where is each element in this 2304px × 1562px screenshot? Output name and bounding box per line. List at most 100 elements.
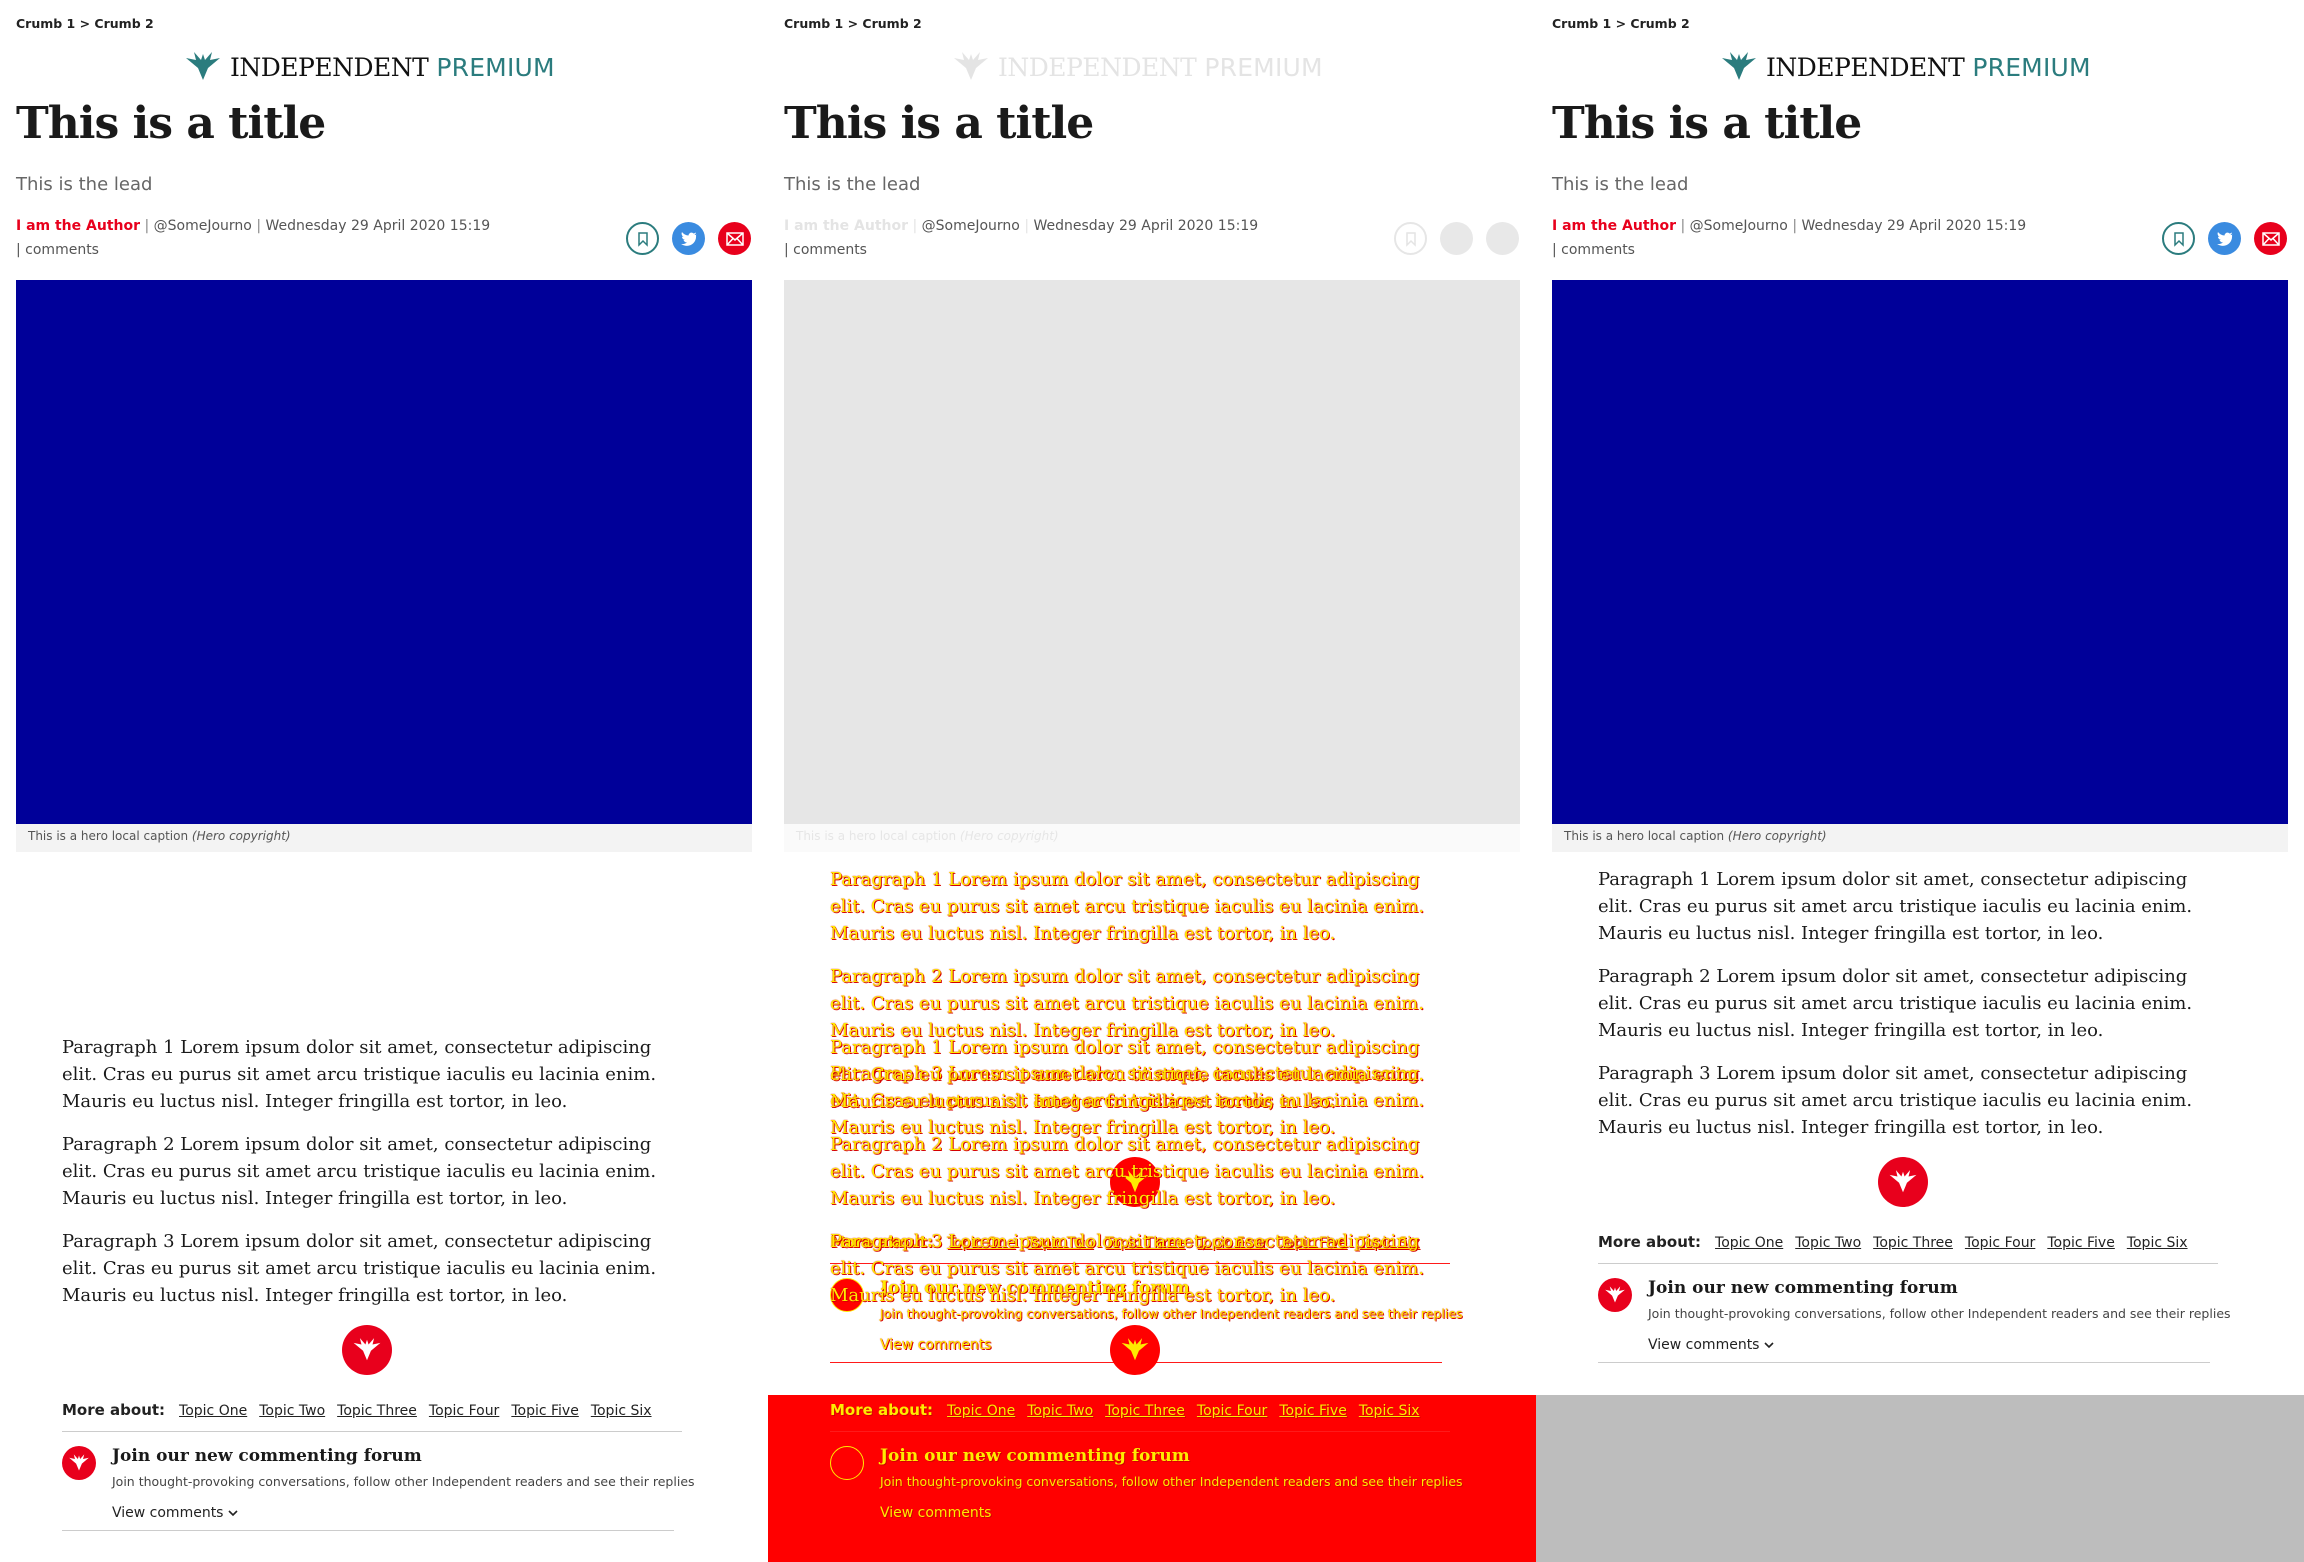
email-share-button[interactable] [718, 222, 751, 255]
panel-diff: Crumb 1 > Crumb 2 INDEPENDENT PREMIUM Th… [768, 0, 1536, 1562]
author-handle[interactable]: @SomeJourno [1690, 218, 1788, 234]
separator: | [16, 242, 26, 258]
topic-link[interactable]: Topic Two [1795, 1235, 1861, 1251]
separator: | [784, 242, 794, 258]
breadcrumb[interactable]: Crumb 1 > Crumb 2 [1552, 16, 1690, 31]
paragraph: Paragraph 2 Lorem ipsum dolor sit amet, … [830, 1134, 1425, 1209]
share-bar [2162, 222, 2287, 255]
topic-link: Topic Two [1027, 1403, 1094, 1419]
publish-date: Wednesday 29 April 2020 15:19 [1801, 218, 2027, 234]
logo-word: INDEPENDENT [1766, 52, 1965, 82]
byline: I am the Author | @SomeJourno | Wednesda… [16, 218, 490, 234]
logo: INDEPENDENT PREMIUM [952, 48, 1372, 86]
byline: I am the Author | @SomeJourno | Wednesda… [1552, 218, 2026, 234]
topic-link[interactable]: Topic Four [429, 1403, 499, 1419]
page-title: This is a title [784, 98, 1094, 149]
topic-link: Topic Five [1279, 1403, 1347, 1419]
paragraph: Paragraph 2 Lorem ipsum dolor sit amet, … [62, 1134, 657, 1209]
topic-link[interactable]: Topic Six [591, 1403, 652, 1419]
bookmark-icon [1405, 231, 1416, 247]
eagle-icon [954, 52, 988, 80]
topic-link[interactable]: Topic Three [337, 1403, 417, 1419]
separator: | [1552, 242, 1562, 258]
topic-link[interactable]: Topic Three [1873, 1235, 1953, 1251]
topic-link[interactable]: Topic Two [259, 1403, 325, 1419]
divider [1598, 1362, 2210, 1363]
more-about: More about: Topic One Topic Two Topic Th… [830, 1401, 1450, 1419]
paragraph: Paragraph 3 Lorem ipsum dolor sit amet, … [1598, 1063, 2193, 1138]
view-comments-button[interactable]: View comments [1648, 1337, 1774, 1353]
view-comments-label: View comments [112, 1505, 224, 1521]
forum-promo: Join our new commenting forum Join thoug… [62, 1432, 695, 1531]
more-about: More about: Topic One Topic Two Topic Th… [62, 1401, 682, 1419]
eagle-icon [186, 52, 220, 80]
forum-subtitle: Join thought-provoking conversations, fo… [112, 1474, 695, 1489]
page-title: This is a title [16, 98, 326, 149]
more-about: More about: Topic One Topic Two Topic Th… [1598, 1233, 2218, 1251]
comments-label: comments [1561, 242, 1635, 258]
divider [62, 1530, 674, 1531]
email-icon [2261, 231, 2280, 246]
share-bar [626, 222, 751, 255]
forum-title: Join our new commenting forum [880, 1446, 1190, 1466]
bookmark-icon [2173, 231, 2184, 247]
logo-premium: PREMIUM [1204, 52, 1323, 82]
topic-link[interactable]: Topic Five [2047, 1235, 2114, 1251]
byline: I am the Author | @SomeJourno | Wednesda… [784, 218, 1258, 234]
separator: | [144, 218, 154, 234]
article-body: Paragraph 1 Lorem ipsum dolor sit amet, … [62, 1034, 695, 1531]
author-link[interactable]: I am the Author [1552, 218, 1676, 234]
logo-premium: PREMIUM [1972, 52, 2091, 82]
breadcrumb[interactable]: Crumb 1 > Crumb 2 [16, 16, 154, 31]
end-badge [1878, 1157, 1928, 1207]
topic-link: Topic Six [1358, 1403, 1420, 1419]
view-comments-button[interactable]: View comments [112, 1505, 238, 1521]
topic-link[interactable]: Topic Six [2127, 1235, 2188, 1251]
author-link[interactable]: I am the Author [16, 218, 140, 234]
twitter-share-button [1440, 222, 1473, 255]
eagle-icon [1889, 1170, 1917, 1193]
email-share-button[interactable] [2254, 222, 2287, 255]
caption-copyright: (Hero copyright) [191, 829, 291, 843]
author-handle: @SomeJourno [921, 218, 1020, 234]
topic-link[interactable]: Topic One [1715, 1235, 1783, 1251]
caption-copyright: (Hero copyright) [959, 829, 1059, 843]
topic-link[interactable]: Topic One [179, 1403, 247, 1419]
logo[interactable]: INDEPENDENT PREMIUM [1720, 48, 2140, 86]
caption-text: This is a hero local caption [796, 829, 957, 843]
comments-count: | comments [784, 242, 867, 258]
caption-text: This is a hero local caption [1564, 829, 1725, 843]
comments-label: comments [793, 242, 867, 258]
eagle-icon [1722, 52, 1756, 80]
topic-link[interactable]: Topic Five [511, 1403, 578, 1419]
author-link: I am the Author [784, 218, 909, 234]
bookmark-icon [637, 231, 648, 247]
comments-count[interactable]: | comments [1552, 242, 1635, 258]
bookmark-button[interactable] [2162, 222, 2195, 255]
forum-logo [1598, 1278, 1632, 1312]
paragraph: Paragraph 2 Lorem ipsum dolor sit amet, … [830, 966, 1425, 1041]
twitter-icon [680, 231, 697, 246]
forum-title: Join our new commenting forum [1648, 1278, 1958, 1298]
topic-link[interactable]: Topic Four [1965, 1235, 2035, 1251]
hero-image [784, 280, 1520, 824]
eagle-icon [1121, 1338, 1149, 1361]
logo-word: INDEPENDENT [998, 52, 1197, 82]
article-lead: This is the lead [16, 174, 153, 195]
comments-count[interactable]: | comments [16, 242, 99, 258]
twitter-share-button[interactable] [672, 222, 705, 255]
hero-caption: This is a hero local caption (Hero copyr… [1552, 824, 2288, 852]
paragraph: Paragraph 3 Lorem ipsum dolor sit amet, … [830, 1231, 1425, 1306]
topic-link: Topic Three [1105, 1403, 1185, 1419]
more-about-label: More about: [62, 1401, 166, 1419]
hero-caption: This is a hero local caption (Hero copyr… [784, 824, 1520, 852]
forum-promo: Join our new commenting forum Join thoug… [830, 1432, 1463, 1522]
article-lead: This is the lead [1552, 174, 1689, 195]
paragraph: Paragraph 2 Lorem ipsum dolor sit amet, … [1598, 966, 2193, 1041]
author-handle[interactable]: @SomeJourno [154, 218, 252, 234]
logo[interactable]: INDEPENDENT PREMIUM [184, 48, 604, 86]
bookmark-button[interactable] [626, 222, 659, 255]
twitter-share-button[interactable] [2208, 222, 2241, 255]
forum-logo [62, 1446, 96, 1480]
eagle-icon [69, 1454, 89, 1471]
